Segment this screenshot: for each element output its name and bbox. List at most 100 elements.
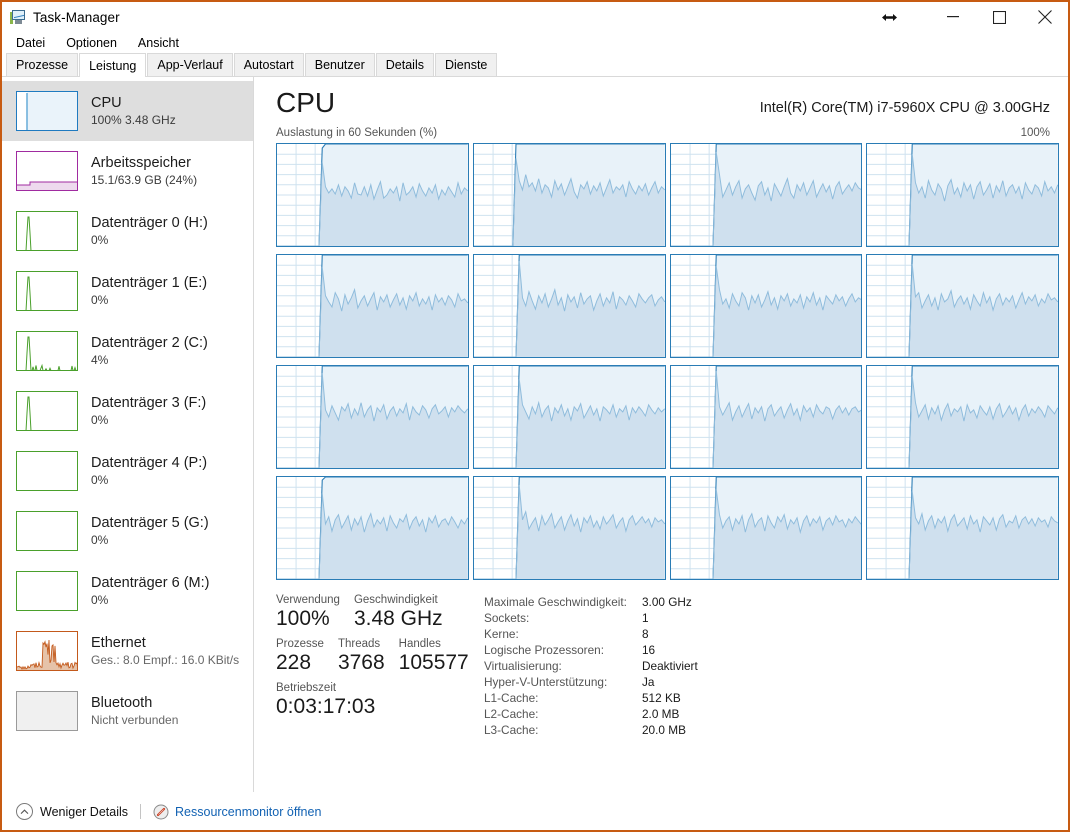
minimize-button[interactable] [930,2,976,32]
stat-label: Geschwindigkeit [353,594,438,606]
menu-item-optionen[interactable]: Optionen [61,35,126,52]
tab-details[interactable]: Details [375,53,434,76]
sidebar-thumbnail-bluetooth [16,691,78,731]
sidebar-item-cpu[interactable]: CPU 100% 3.48 GHz [2,81,253,141]
resource-sidebar[interactable]: CPU 100% 3.48 GHz Arbeitsspeicher 15.1/6… [2,77,254,792]
stat-handles: Handles 105577 [399,638,469,682]
cpu-graph-cell-1[interactable] [472,143,666,247]
tab-strip: Prozesse Leistung App-Verlauf Autostart … [2,53,1068,77]
stat-value-logische-prozessoren: 16 [642,643,656,657]
task-manager-window: Task-Manager Datei Optionen Ansicht Proz… [0,0,1070,832]
resize-cursor-icon [866,2,912,32]
status-bar: Weniger Details Ressourcenmonitor öffnen [2,792,1068,830]
taskmanager-icon [10,9,26,25]
sidebar-item-sublabel: 0% [91,592,109,607]
menu-bar: Datei Optionen Ansicht [2,32,1068,54]
cpu-graph-cell-0[interactable] [276,143,469,247]
stat-value: 100% [276,607,330,630]
resource-monitor-label: Ressourcenmonitor öffnen [175,804,322,819]
sidebar-item-datentraeger-3-f[interactable]: Datenträger 3 (F:) 0% [2,381,253,441]
footer-separator [140,804,142,819]
stat-key-sockets: Sockets: [484,611,530,625]
sidebar-item-sublabel: 0% [91,412,109,427]
stat-key-l3-cache: L3-Cache: [484,723,539,737]
cpu-graph-cell-2[interactable] [669,143,863,247]
sidebar-item-datentraeger-4-p[interactable]: Datenträger 4 (P:) 0% [2,441,253,501]
sidebar-item-sublabel: Nicht verbunden [91,712,179,727]
cpu-graph-cell-7[interactable] [866,254,1059,358]
sidebar-item-datentraeger-0-h[interactable]: Datenträger 0 (H:) 0% [2,201,253,261]
tab-benutzer[interactable]: Benutzer [304,53,375,76]
graph-max-label: 100% [1020,127,1050,139]
sidebar-item-label: Ethernet [91,634,146,651]
stat-threads: Threads 3768 [338,638,385,682]
cpu-model-label: Intel(R) Core(TM) i7-5960X CPU @ 3.00GHz [759,100,1050,116]
tab-leistung[interactable]: Leistung [79,53,147,77]
sidebar-item-datentraeger-1-e[interactable]: Datenträger 1 (E:) 0% [2,261,253,321]
close-button[interactable] [1022,2,1068,32]
stat-key-maximale-geschwindigkeit: Maximale Geschwindigkeit: [484,595,627,609]
less-details-button[interactable]: Weniger Details [16,803,128,820]
tab-dienste[interactable]: Dienste [434,53,498,76]
maximize-button[interactable] [976,2,1022,32]
cpu-graph-cell-15[interactable] [866,476,1059,580]
sidebar-thumbnail-ethernet [16,631,78,671]
graph-axis-labels: Auslastung in 60 Sekunden (%) 100% [276,127,1056,139]
stat-value: 3.48 GHz [353,607,443,630]
sidebar-item-ethernet[interactable]: Ethernet Ges.: 8.0 Empf.: 16.0 KBit/s [2,621,253,681]
resource-monitor-button[interactable]: Ressourcenmonitor öffnen [153,804,321,820]
tab-app-verlauf[interactable]: App-Verlauf [147,53,233,76]
cpu-graph-cell-9[interactable] [472,365,666,469]
sidebar-item-sublabel: Ges.: 8.0 Empf.: 16.0 KBit/s [91,652,240,667]
sidebar-item-sublabel: 4% [91,352,109,367]
menu-item-ansicht[interactable]: Ansicht [133,35,188,52]
sidebar-item-bluetooth[interactable]: Bluetooth Nicht verbunden [2,681,253,741]
sidebar-item-datentraeger-6-m[interactable]: Datenträger 6 (M:) 0% [2,561,253,621]
title-bar: Task-Manager [2,2,1068,32]
stat-prozesse: Prozesse 228 [276,638,324,682]
cpu-graph-cell-5[interactable] [472,254,666,358]
cpu-detail-panel: CPU Intel(R) Core(TM) i7-5960X CPU @ 3.0… [254,77,1068,792]
cpu-graph-cell-14[interactable] [669,476,863,580]
tab-autostart[interactable]: Autostart [233,53,304,76]
sidebar-thumbnail-datentraeger-3-f [16,391,78,431]
sidebar-item-label: Datenträger 0 (H:) [91,214,208,231]
stat-value: 105577 [398,651,469,674]
tab-prozesse[interactable]: Prozesse [6,53,79,76]
page-title: CPU [276,87,336,118]
cpu-graph-cell-8[interactable] [276,365,469,469]
sidebar-item-label: Arbeitsspeicher [91,154,191,171]
stat-value-l3-cache: 20.0 MB [642,723,686,737]
sidebar-item-sublabel: 0% [91,232,109,247]
sidebar-item-datentraeger-2-c[interactable]: Datenträger 2 (C:) 4% [2,321,253,381]
cpu-graph-cell-3[interactable] [866,143,1059,247]
sidebar-item-label: Bluetooth [91,694,153,711]
sidebar-item-label: Datenträger 4 (P:) [91,454,208,471]
less-details-label: Weniger Details [40,804,129,819]
sidebar-thumbnail-datentraeger-2-c [16,331,78,371]
sidebar-thumbnail-datentraeger-6-m [16,571,78,611]
stat-value: 0:03:17:03 [276,695,376,718]
window-controls [866,2,1068,32]
stat-key-logische-prozessoren: Logische Prozessoren: [484,643,605,657]
logical-processor-graphs[interactable] [276,143,1059,580]
cpu-graph-cell-10[interactable] [669,365,863,469]
sidebar-item-datentraeger-5-g[interactable]: Datenträger 5 (G:) 0% [2,501,253,561]
graph-caption: Auslastung in 60 Sekunden (%) [276,127,438,139]
cpu-graph-cell-13[interactable] [472,476,666,580]
cpu-graph-cell-6[interactable] [669,254,863,358]
menu-item-datei[interactable]: Datei [11,35,54,52]
sidebar-item-label: Datenträger 6 (M:) [91,574,210,591]
stat-key-l1-cache: L1-Cache: [484,691,539,705]
sidebar-thumbnail-arbeitsspeicher [16,151,78,191]
cpu-graph-cell-11[interactable] [866,365,1059,469]
cpu-graph-cell-4[interactable] [276,254,469,358]
sidebar-item-arbeitsspeicher[interactable]: Arbeitsspeicher 15.1/63.9 GB (24%) [2,141,253,201]
stat-key-hyper-v-unterstuetzung: Hyper-V-Unterstützung: [484,675,608,689]
sidebar-item-label: Datenträger 3 (F:) [91,394,207,411]
sidebar-thumbnail-datentraeger-4-p [16,451,78,491]
stat-verwendung: Verwendung 100% [276,594,340,638]
cpu-graph-cell-12[interactable] [276,476,469,580]
panel-header: CPU Intel(R) Core(TM) i7-5960X CPU @ 3.0… [276,89,1056,117]
stat-geschwindigkeit: Geschwindigkeit 3.48 GHz [354,594,443,638]
